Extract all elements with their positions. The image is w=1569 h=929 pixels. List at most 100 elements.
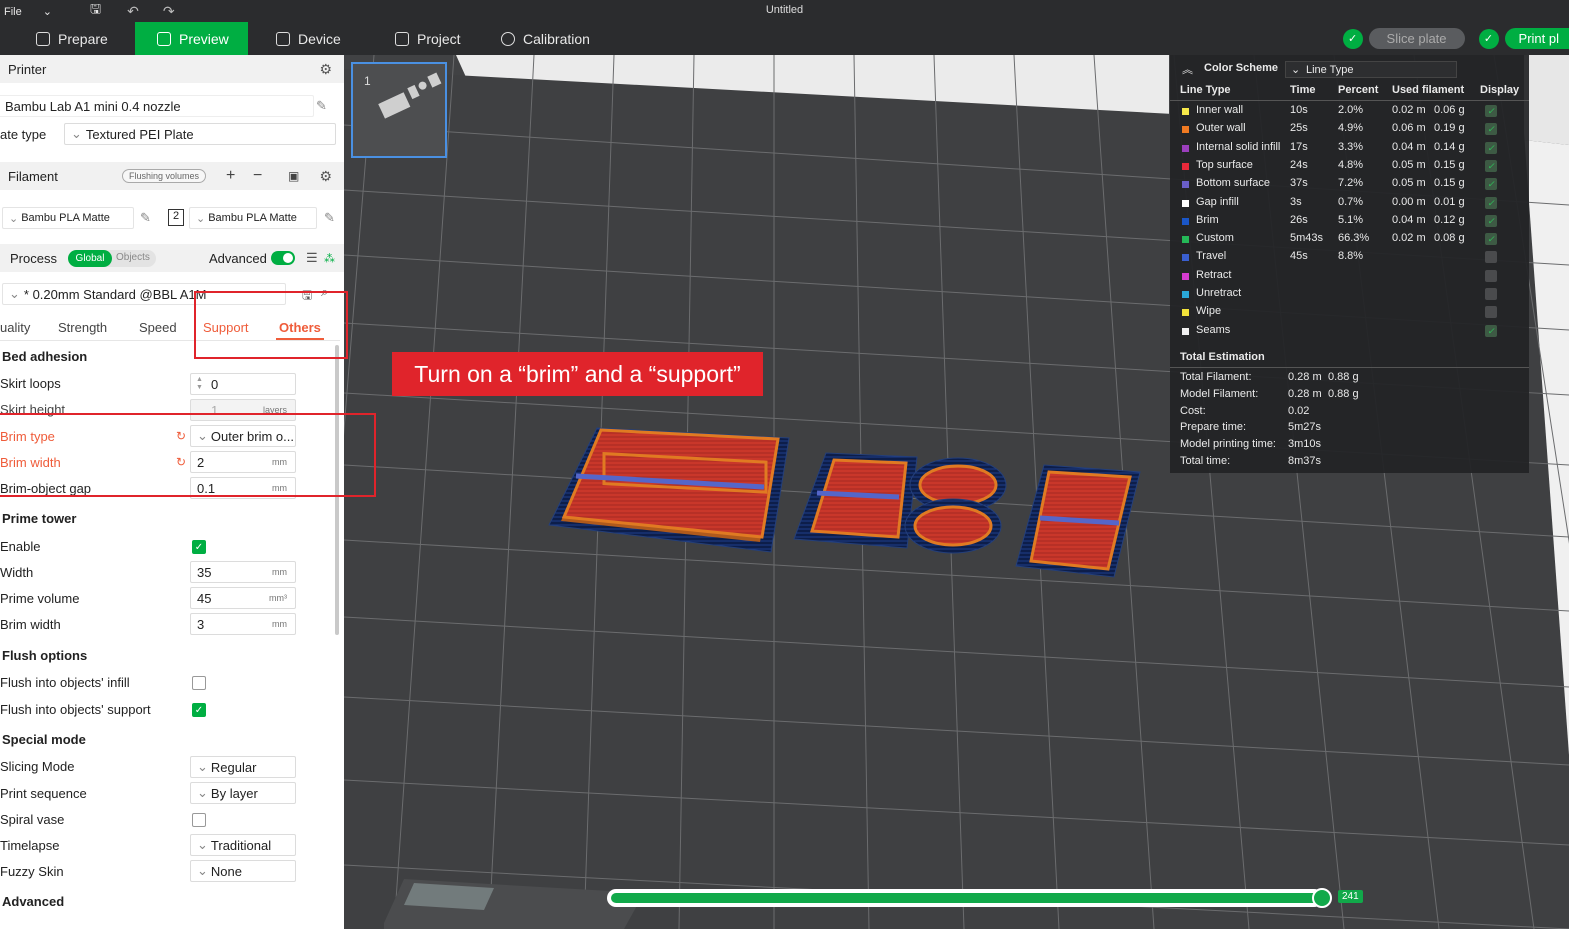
legend-display-checkbox[interactable]: [1485, 269, 1497, 282]
gear-icon[interactable]: ⚙: [319, 61, 332, 78]
layer-slider-handle[interactable]: [1312, 888, 1332, 908]
legend-display-checkbox[interactable]: ✓: [1485, 159, 1497, 172]
legend-length: 0.00 m: [1392, 195, 1426, 208]
legend-display-checkbox[interactable]: ✓: [1485, 324, 1497, 337]
skirt-loops-field[interactable]: ▲ ▼ 0: [190, 373, 296, 395]
process-section-header: Process Global Objects Advanced ☰ ⁂: [0, 244, 344, 272]
tab-preview[interactable]: Preview: [135, 22, 248, 55]
legend-display-checkbox[interactable]: ✓: [1485, 178, 1497, 191]
legend-length: 0.04 m: [1392, 140, 1426, 153]
fuzzy-skin-select[interactable]: ⌄ None: [190, 860, 296, 882]
legend-display-checkbox[interactable]: ✓: [1485, 105, 1497, 117]
prime-tower-width-field[interactable]: 35 mm: [190, 561, 296, 583]
tab-quality[interactable]: uality: [0, 320, 30, 335]
legend-display-checkbox[interactable]: ✓: [1485, 141, 1497, 154]
tab-strength[interactable]: Strength: [58, 320, 107, 335]
edit-icon[interactable]: ✎: [140, 210, 151, 226]
legend-weight: 0.08 g: [1434, 232, 1465, 245]
global-objects-toggle[interactable]: Global Objects: [68, 249, 156, 267]
filament-sync-icon[interactable]: ▣: [288, 169, 299, 183]
filament-slot-2-number: 2: [168, 209, 184, 226]
legend-line-type: Brim: [1196, 213, 1219, 226]
legend-percent: 0.7%: [1338, 195, 1364, 208]
edit-icon[interactable]: ✎: [324, 210, 335, 226]
project-icon: [395, 31, 409, 46]
filament-slot-1-select[interactable]: ⌄ Bambu PLA Matte: [2, 207, 134, 229]
print-plate-button[interactable]: Print pl: [1504, 28, 1569, 49]
group-advanced: Advanced: [2, 894, 65, 909]
legend-panel: ︽ Color Scheme ⌄ Line Type Line Type Time…: [1170, 55, 1529, 473]
annotation-banner: Turn on a “brim” and a “support”: [392, 352, 763, 396]
legend-line-type: Inner wall: [1196, 104, 1244, 116]
slice-plate-button[interactable]: Slice plate: [1368, 28, 1465, 49]
legend-swatch: [1182, 144, 1189, 152]
plate-type-select[interactable]: ⌄ Textured PEI Plate: [64, 123, 336, 145]
legend-display-checkbox[interactable]: ✓: [1485, 214, 1497, 227]
layer-slider[interactable]: [607, 889, 1323, 907]
legend-display-checkbox[interactable]: [1485, 306, 1497, 319]
tab-speed[interactable]: Speed: [139, 320, 177, 335]
legend-line-type: Seams: [1196, 323, 1231, 336]
filament-slot-2-select[interactable]: ⌄ Bambu PLA Matte: [189, 207, 317, 229]
calibration-icon: [501, 31, 515, 46]
legend-row: Seams ✓: [1170, 322, 1529, 340]
legend-display-checkbox[interactable]: ✓: [1485, 196, 1497, 209]
device-icon: [276, 31, 290, 46]
chevron-down-icon: ⌄: [1291, 64, 1301, 76]
legend-display-checkbox[interactable]: ✓: [1485, 233, 1497, 246]
total-value-1: 0.28 m: [1288, 371, 1322, 383]
legend-display-checkbox[interactable]: ✓: [1485, 123, 1497, 136]
plus-icon[interactable]: +: [226, 167, 235, 185]
prime-tower-brim-width-field[interactable]: 3 mm: [190, 613, 296, 635]
list-icon[interactable]: ☰: [306, 250, 318, 266]
group-bed-adhesion: Bed adhesion: [2, 349, 88, 364]
total-label: Model Filament:: [1180, 387, 1259, 400]
slice-dropdown-icon[interactable]: ✓: [1342, 28, 1363, 49]
timelapse-select[interactable]: ⌄ Traditional: [190, 834, 296, 856]
advanced-toggle[interactable]: [271, 251, 295, 265]
gear-icon[interactable]: ⚙: [319, 168, 332, 185]
legend-weight: 0.06 g: [1434, 104, 1465, 116]
collapse-icon[interactable]: ︽: [1182, 61, 1193, 77]
total-estimation-row: Total Filament: 0.28 m 0.88 g: [1170, 369, 1529, 387]
legend-length: 0.04 m: [1392, 213, 1426, 226]
legend-length: 0.02 m: [1392, 232, 1426, 245]
tab-prepare[interactable]: Prepare: [0, 22, 135, 55]
legend-time: 24s: [1290, 158, 1308, 171]
legend-time: 25s: [1290, 122, 1308, 135]
slicing-mode-select[interactable]: ⌄ Regular: [190, 756, 296, 778]
layer-slider-value: 241: [1338, 890, 1363, 903]
legend-display-checkbox[interactable]: [1485, 288, 1497, 300]
legend-swatch: [1182, 254, 1189, 262]
legend-time: 17s: [1290, 140, 1308, 153]
legend-time: 45s: [1290, 250, 1308, 263]
total-label: Cost:: [1180, 404, 1206, 417]
prime-volume-field[interactable]: 45 mm³: [190, 587, 296, 609]
total-value-2: 0.88 g: [1328, 387, 1359, 400]
legend-swatch: [1182, 291, 1189, 298]
flushing-volumes-button[interactable]: Flushing volumes: [122, 169, 207, 183]
stepper-icon[interactable]: ▲ ▼: [196, 376, 203, 392]
prime-tower-enable-checkbox[interactable]: ✓: [192, 540, 206, 554]
minus-icon[interactable]: −: [253, 167, 262, 185]
flush-support-checkbox[interactable]: ✓: [192, 703, 206, 717]
tab-device[interactable]: Device: [248, 22, 367, 55]
flush-infill-checkbox[interactable]: [192, 676, 206, 690]
printer-select[interactable]: Bambu Lab A1 mini 0.4 nozzle: [0, 95, 314, 117]
compare-icon[interactable]: ⁂: [324, 252, 335, 265]
tab-calibration[interactable]: Calibration: [479, 22, 639, 55]
legend-swatch: [1182, 327, 1189, 335]
print-sequence-select[interactable]: ⌄ By layer: [190, 782, 296, 804]
legend-percent: 4.9%: [1338, 122, 1364, 135]
legend-time: 5m43s: [1290, 232, 1324, 245]
tab-project[interactable]: Project: [367, 22, 479, 55]
legend-line-type: Top surface: [1196, 158, 1253, 171]
main-tabbar: Prepare Preview Device Project Calibrati…: [0, 22, 1569, 55]
spiral-vase-checkbox[interactable]: [192, 813, 206, 827]
title-bar: File ⌄ 🖫 ↶ ↷ Untitled: [0, 0, 1569, 22]
legend-display-checkbox[interactable]: [1485, 251, 1497, 264]
legend-swatch: [1182, 309, 1189, 317]
edit-icon[interactable]: ✎: [316, 98, 327, 114]
print-dropdown-icon[interactable]: ✓: [1478, 28, 1499, 49]
color-scheme-select[interactable]: ⌄ Line Type: [1285, 61, 1457, 78]
